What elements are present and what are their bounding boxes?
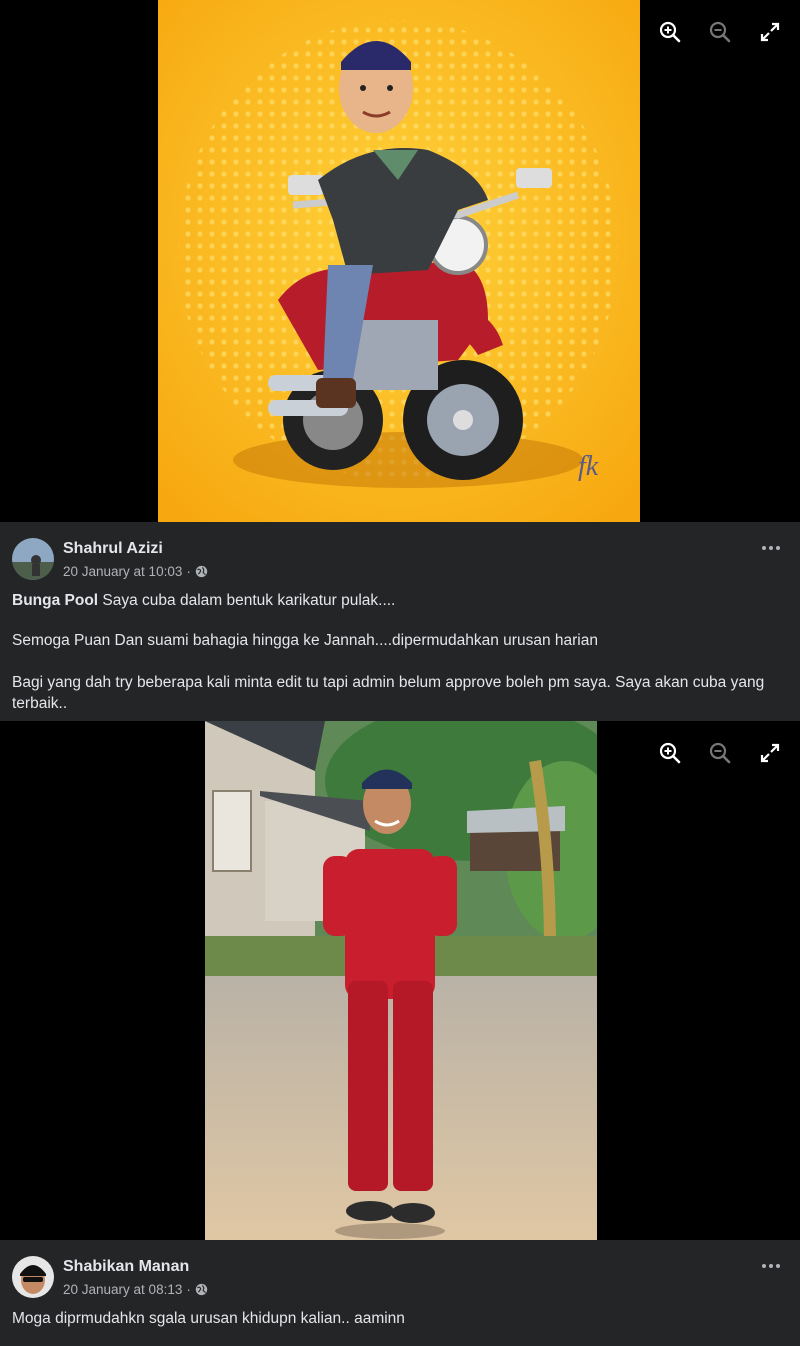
mention-link[interactable]: Bunga Pool [12,592,98,609]
comment-shahrul: Shahrul Azizi 20 January at 10:03 · Bung… [0,522,800,721]
portrait-image [205,721,597,1240]
meta-separator: · [186,564,191,579]
photo-viewer-2 [0,721,800,1240]
avatar[interactable] [12,1256,54,1298]
more-options-button[interactable] [762,1264,780,1268]
zoom-in-icon[interactable] [656,739,684,767]
comment-shabikan: Shabikan Manan 20 January at 08:13 · Mog… [0,1240,800,1346]
avatar[interactable] [12,538,54,580]
viewer-toolbar [656,739,784,767]
comment-paragraph: Semoga Puan Dan suami bahagia hingga ke … [12,632,598,649]
comment-paragraph: Bunga Pool Saya cuba dalam bentuk karika… [12,590,770,611]
expand-icon[interactable] [756,739,784,767]
zoom-in-icon[interactable] [656,18,684,46]
caricature-photo[interactable]: fk [158,0,640,522]
comment-meta: 20 January at 08:13 · [63,1282,208,1297]
comment-paragraph: Bagi yang dah try beberapa kali minta ed… [12,674,765,712]
more-options-button[interactable] [762,546,780,550]
viewer-toolbar [656,18,784,46]
globe-icon [195,565,208,578]
artist-signature: fk [578,451,599,482]
zoom-out-icon[interactable] [706,739,734,767]
comment-timestamp[interactable]: 20 January at 08:13 [63,1282,182,1297]
comment-text: Saya cuba dalam bentuk karikatur pulak..… [102,592,396,609]
comment-timestamp[interactable]: 20 January at 10:03 [63,564,182,579]
expand-icon[interactable] [756,18,784,46]
zoom-out-icon[interactable] [706,18,734,46]
caricature-illustration: fk [158,0,640,522]
comment-author[interactable]: Shabikan Manan [63,1258,189,1276]
comment-meta: 20 January at 10:03 · [63,564,208,579]
photo-viewer-1: fk [0,0,800,522]
globe-icon [195,1283,208,1296]
comment-author[interactable]: Shahrul Azizi [63,540,163,558]
meta-separator: · [186,1282,191,1297]
portrait-photo[interactable] [205,721,597,1240]
comment-text: Moga diprmudahkn sgala urusan khidupn ka… [12,1310,405,1327]
